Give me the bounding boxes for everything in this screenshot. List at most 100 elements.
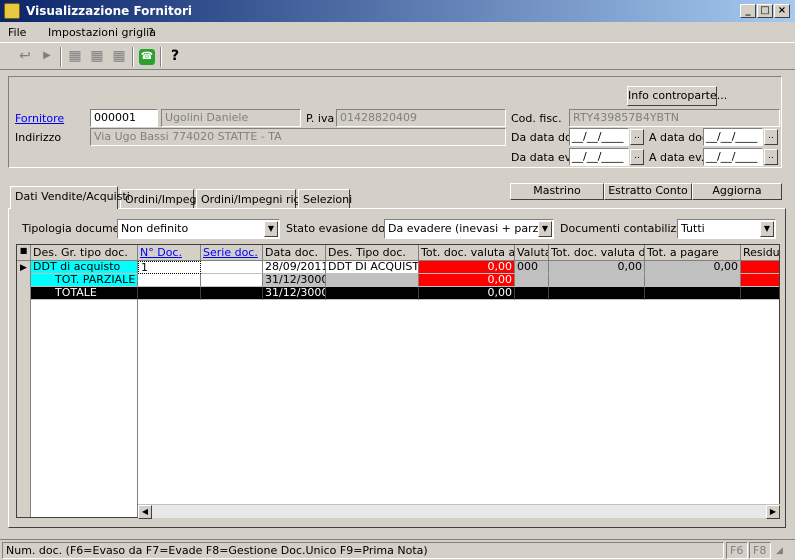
grid-header-tot-pagare[interactable]: Tot. a pagare (645, 245, 741, 261)
table-cell[interactable]: TOT. PARZIALE (31, 274, 138, 287)
row-indicator-column (17, 261, 31, 517)
table-cell[interactable]: 31/12/3000 (263, 274, 326, 287)
status-f6: F6 (726, 542, 748, 559)
help-icon[interactable]: ? (164, 46, 186, 68)
current-row-arrow-icon: ▶ (20, 263, 27, 273)
grid-corner[interactable]: ■ (17, 245, 31, 261)
grid-icon[interactable]: ▦ (86, 46, 108, 68)
table-cell[interactable]: 28/09/2011 (263, 261, 326, 274)
tab-ordini-impegni[interactable]: Ordini/Impegni (120, 189, 206, 209)
table-cell[interactable] (645, 287, 741, 300)
table-cell[interactable] (515, 274, 549, 287)
da-data-doc-field[interactable]: __/__/____ (569, 128, 629, 146)
table-cell[interactable]: 0,00 (645, 261, 741, 274)
table-cell[interactable] (201, 274, 263, 287)
table-cell[interactable] (549, 287, 645, 300)
grid-header-tot-valuta-doc[interactable]: Tot. doc. valuta doc (549, 245, 645, 261)
table-cell[interactable]: 000 (515, 261, 549, 274)
documenti-contabilizzati-select[interactable]: Tutti ▼ (677, 219, 776, 239)
grid-header-valuta[interactable]: Valuta (515, 245, 549, 261)
da-data-ev-label: Da data ev. (511, 151, 574, 164)
menu-impostazioni-griglia[interactable]: Impostazioni griglia (48, 26, 156, 39)
maximize-button[interactable]: □ (757, 4, 773, 18)
table-cell[interactable] (645, 274, 741, 287)
resize-grip-icon[interactable]: ◢ (776, 546, 783, 556)
grid-header-des-gr[interactable]: Des. Gr. tipo doc. (31, 245, 138, 261)
table-cell[interactable]: DDT DI ACQUISTO (326, 261, 419, 274)
info-controparte-button[interactable]: Info controparte... (627, 86, 727, 106)
chevron-down-icon[interactable]: ▼ (760, 221, 774, 237)
table-cell[interactable]: 0,00 (419, 287, 515, 300)
menu-bar: File Impostazioni griglia ? (0, 22, 795, 42)
mastrino-button[interactable]: Mastrino (510, 183, 604, 200)
table-cell[interactable] (515, 287, 549, 300)
tab-selezioni[interactable]: Selezioni (298, 189, 352, 209)
grid-header-data-doc[interactable]: Data doc. (263, 245, 326, 261)
table-cell[interactable] (549, 274, 645, 287)
forward-icon[interactable]: ▶ (36, 46, 58, 68)
stato-evasione-label: Stato evasione doc. (286, 222, 395, 235)
indirizzo-label: Indirizzo (15, 131, 62, 144)
fornitore-name-field: Ugolini Daniele (161, 109, 301, 127)
phone-icon[interactable]: ☎ (136, 46, 158, 68)
close-button[interactable]: × (774, 4, 790, 18)
codfisc-field: RTY439857B4YBTN (569, 109, 780, 127)
grid-header-serie-doc[interactable]: Serie doc. (201, 245, 263, 261)
table-cell[interactable]: 0,00 (549, 261, 645, 274)
status-f8: F8 (749, 542, 771, 559)
table-cell[interactable] (326, 287, 419, 300)
grid-header-tot-valuta-azi[interactable]: Tot. doc. valuta azi. (419, 245, 515, 261)
grid-header-residuo[interactable]: Residuo (741, 245, 779, 261)
table-cell[interactable]: TOTALE (31, 287, 138, 300)
scroll-right-icon[interactable]: ▶ (766, 505, 780, 519)
table-cell[interactable] (741, 274, 779, 287)
documenti-contabilizzati-label: Documenti contabilizzati (560, 222, 697, 235)
table-cell[interactable] (138, 287, 201, 300)
table-cell[interactable]: DDT di acquisto (31, 261, 138, 274)
grid-header-n-doc[interactable]: N° Doc. (138, 245, 201, 261)
codfisc-label: Cod. fisc. (511, 112, 562, 125)
table-cell[interactable] (741, 287, 779, 300)
menu-file[interactable]: File (8, 26, 26, 39)
toolbar: ↩ ▶ ▦ ▦ ▦ ☎ ? (0, 42, 795, 70)
table-cell[interactable]: 31/12/3000 (263, 287, 326, 300)
scroll-left-icon[interactable]: ◀ (138, 505, 152, 519)
a-data-doc-field[interactable]: __/__/____ (703, 128, 763, 146)
a-data-doc-picker[interactable]: .. (764, 129, 778, 145)
table-cell[interactable] (741, 261, 779, 274)
da-data-ev-field[interactable]: __/__/____ (569, 148, 629, 166)
da-data-ev-picker[interactable]: .. (630, 149, 644, 165)
a-data-ev-label: A data ev. (649, 151, 705, 164)
piva-field: 01428820409 (336, 109, 506, 127)
documents-grid[interactable]: ■ Des. Gr. tipo doc. N° Doc. Serie doc. … (16, 244, 780, 518)
fornitore-code-field[interactable]: 000001 (90, 109, 158, 127)
toolbar-separator (132, 47, 134, 67)
app-icon (4, 3, 20, 19)
chevron-down-icon[interactable]: ▼ (538, 221, 552, 237)
tab-dati-vendite-acquisti[interactable]: Dati Vendite/Acquisti (10, 186, 130, 209)
menu-help[interactable]: ? (148, 26, 154, 39)
da-data-doc-picker[interactable]: .. (630, 129, 644, 145)
table-cell[interactable] (138, 274, 201, 287)
fornitore-label[interactable]: Fornitore (15, 112, 64, 125)
grid-delete-icon[interactable]: ▦ (108, 46, 130, 68)
table-cell[interactable]: 0,00 (419, 261, 515, 274)
estratto-conto-button[interactable]: Estratto Conto (604, 183, 692, 200)
tipologia-select[interactable]: Non definito ▼ (117, 219, 280, 239)
table-cell[interactable] (201, 261, 263, 274)
minimize-button[interactable]: _ (740, 4, 756, 18)
grid-select-icon[interactable]: ▦ (64, 46, 86, 68)
table-cell[interactable]: 0,00 (419, 274, 515, 287)
aggiorna-button[interactable]: Aggiorna (692, 183, 782, 200)
table-cell[interactable]: 1 (138, 261, 201, 274)
stato-evasione-select[interactable]: Da evadere (inevasi + parz. Evasi ▼ (384, 219, 554, 239)
table-cell[interactable] (326, 274, 419, 287)
table-cell[interactable] (201, 287, 263, 300)
horizontal-scrollbar[interactable]: ◀ ▶ (138, 504, 780, 519)
tab-ordini-impegni-righe[interactable]: Ordini/Impegni righe (196, 189, 314, 209)
undo-icon[interactable]: ↩ (14, 46, 36, 68)
a-data-ev-picker[interactable]: .. (764, 149, 778, 165)
a-data-ev-field[interactable]: __/__/____ (703, 148, 763, 166)
grid-header-des-tipo[interactable]: Des. Tipo doc. (326, 245, 419, 261)
chevron-down-icon[interactable]: ▼ (264, 221, 278, 237)
